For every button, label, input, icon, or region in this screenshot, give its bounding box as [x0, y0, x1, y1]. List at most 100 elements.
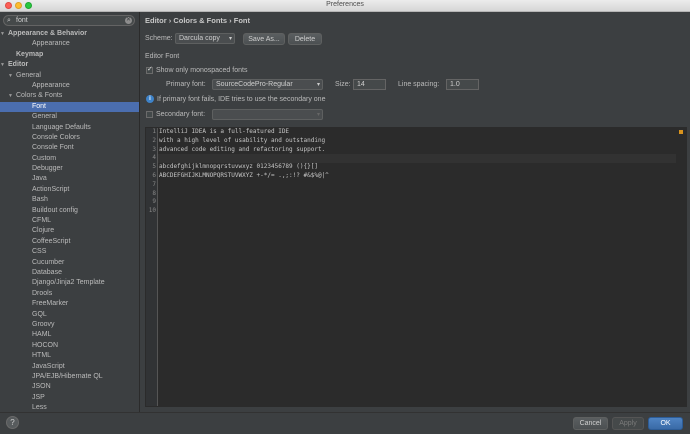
tree-item[interactable]: Appearance — [0, 81, 139, 91]
delete-button[interactable]: Delete — [288, 33, 322, 45]
tree-item[interactable]: HOCON — [0, 341, 139, 351]
font-size-field[interactable]: 14 — [353, 79, 386, 90]
tree-item-label: Clojure — [32, 227, 55, 235]
line-number: 9 — [152, 198, 156, 206]
tree-item-label: Language Defaults — [32, 123, 91, 131]
tree-item[interactable]: Cucumber — [0, 258, 139, 268]
apply-button[interactable]: Apply — [612, 417, 644, 430]
tree-item-label: JSP — [32, 393, 45, 401]
checkmark-icon: ✓ — [147, 66, 153, 73]
info-icon: i — [146, 95, 154, 103]
tree-item-label: Appearance — [32, 40, 70, 48]
tree-item[interactable]: General — [0, 112, 139, 122]
expand-arrow-icon[interactable]: ▼ — [0, 60, 8, 70]
tree-item-label: Appearance — [32, 81, 70, 89]
tree-item-label: GQL — [32, 310, 47, 318]
editor-font-section-title: Editor Font — [145, 53, 180, 60]
tree-item[interactable]: CSS — [0, 247, 139, 257]
search-input[interactable]: font — [16, 17, 28, 25]
tree-item[interactable]: Drools — [0, 289, 139, 299]
cancel-button[interactable]: Cancel — [573, 417, 608, 430]
tree-item[interactable]: GQL — [0, 310, 139, 320]
tree-item[interactable]: JSON — [0, 382, 139, 392]
tree-item[interactable]: Debugger — [0, 164, 139, 174]
tree-item-label: CoffeeScript — [32, 237, 71, 245]
primary-font-value: SourceCodePro-Regular — [216, 81, 293, 88]
tree-item[interactable]: JavaScript — [0, 362, 139, 372]
tree-item-label: Less — [32, 404, 47, 412]
line-spacing-label: Line spacing: — [398, 81, 440, 88]
error-stripe-marker — [679, 130, 683, 134]
primary-font-dropdown[interactable]: SourceCodePro-Regular ▾ — [212, 79, 323, 90]
tree-item[interactable]: ▼ Editor — [0, 60, 139, 70]
tree-item[interactable]: CoffeeScript — [0, 237, 139, 247]
tree-item-label: CFML — [32, 217, 52, 225]
tree-item-label: Bash — [32, 196, 48, 204]
tree-item[interactable]: Java — [0, 174, 139, 184]
tree-item-label: Debugger — [32, 165, 63, 173]
expand-arrow-icon[interactable]: ▼ — [0, 29, 8, 39]
tree-item-label: Java — [32, 175, 47, 183]
secondary-font-checkbox[interactable] — [146, 111, 153, 118]
tree-item[interactable]: Buildout config — [0, 206, 139, 216]
ok-button[interactable]: OK — [648, 417, 683, 430]
show-monospaced-checkbox[interactable]: ✓ — [146, 66, 153, 74]
tree-item[interactable]: ▼ General — [0, 71, 139, 81]
tree-item-label: HAML — [32, 331, 52, 339]
tree-item-label: FreeMarker — [32, 300, 69, 308]
tree-item[interactable]: FreeMarker — [0, 299, 139, 309]
tree-item[interactable]: Console Font — [0, 143, 139, 153]
tree-item[interactable]: Language Defaults — [0, 123, 139, 133]
chevron-down-icon: ▾ — [228, 36, 232, 42]
clear-search-icon[interactable]: ✕ — [125, 17, 132, 24]
font-preview-editor[interactable]: 1 IntelliJ IDEA is a full-featured IDE 2 wi… — [145, 127, 687, 407]
tree-item[interactable]: Database — [0, 268, 139, 278]
tree-item[interactable]: Groovy — [0, 320, 139, 330]
help-button[interactable]: ? — [6, 416, 19, 429]
tree-item-label: Database — [32, 268, 62, 276]
window-titlebar: Preferences — [0, 0, 690, 12]
line-number: 10 — [148, 207, 156, 215]
tree-item-label: Colors & Fonts — [16, 92, 63, 100]
tree-item[interactable]: HTML — [0, 351, 139, 361]
tree-item[interactable]: JPA/EJB/Hibernate QL — [0, 372, 139, 382]
tree-item-label: Groovy — [32, 320, 55, 328]
tree-item[interactable]: ▼ Colors & Fonts — [0, 91, 139, 101]
line-number: 1 — [152, 128, 156, 135]
tree-item[interactable]: Bash — [0, 195, 139, 205]
secondary-font-dropdown[interactable]: ▾ — [212, 109, 323, 120]
tree-item-label: JavaScript — [32, 362, 65, 370]
line-number: 4 — [152, 154, 156, 162]
scheme-label: Scheme: — [145, 35, 173, 42]
tree-item[interactable]: Less — [0, 403, 139, 412]
dialog-footer: ? Cancel Apply OK — [0, 412, 690, 434]
scheme-dropdown[interactable]: Darcula copy ▾ — [175, 33, 235, 44]
tree-item[interactable]: Custom — [0, 154, 139, 164]
tree-item-label: Keymap — [16, 50, 44, 58]
tree-item[interactable]: ActionScript — [0, 185, 139, 195]
tree-item[interactable]: Clojure — [0, 226, 139, 236]
settings-search-field[interactable]: ⌕ font ✕ — [3, 15, 135, 26]
tree-item[interactable]: HAML — [0, 330, 139, 340]
caret-row-highlight — [158, 154, 676, 164]
tree-item-label: Console Colors — [32, 133, 80, 141]
info-message: If primary font fails, IDE tries to use … — [157, 96, 326, 103]
tree-item-label: General — [16, 71, 41, 79]
tree-item-label: Console Font — [32, 144, 74, 152]
tree-item-label: Custom — [32, 154, 57, 162]
breadcrumb: Editor › Colors & Fonts › Font — [145, 16, 250, 25]
tree-item[interactable]: Console Colors — [0, 133, 139, 143]
tree-item[interactable]: Appearance — [0, 39, 139, 49]
window-title: Preferences — [326, 1, 364, 8]
expand-arrow-icon[interactable]: ▼ — [8, 91, 16, 101]
tree-item[interactable]: ▼ Appearance & Behavior — [0, 29, 139, 39]
tree-item[interactable]: JSP — [0, 393, 139, 403]
tree-item[interactable]: CFML — [0, 216, 139, 226]
tree-item[interactable]: Font — [0, 101, 139, 113]
expand-arrow-icon[interactable]: ▼ — [8, 71, 16, 81]
tree-item[interactable]: Django/Jinja2 Template — [0, 278, 139, 288]
line-number: 5 — [152, 163, 156, 171]
line-spacing-field[interactable]: 1.0 — [446, 79, 479, 90]
save-as-button[interactable]: Save As... — [243, 33, 285, 45]
tree-item[interactable]: Keymap — [0, 50, 139, 60]
